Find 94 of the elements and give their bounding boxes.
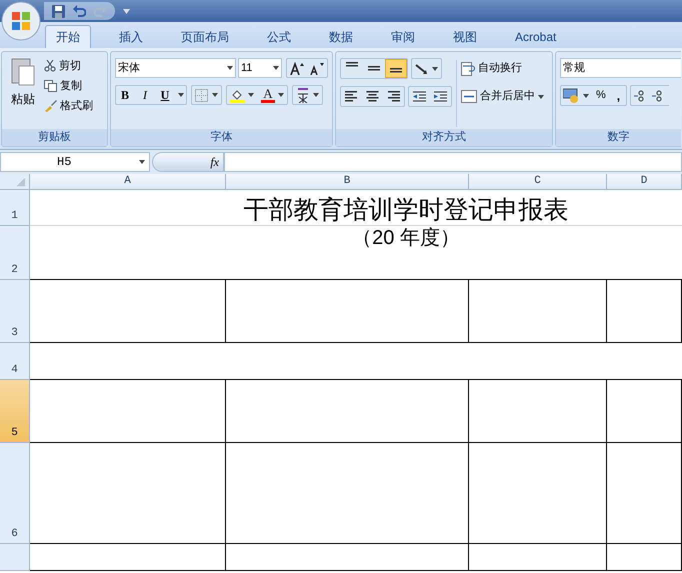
dropdown-caret-icon[interactable] xyxy=(248,93,254,97)
column-header[interactable]: B xyxy=(226,174,469,190)
align-right-icon xyxy=(387,91,400,102)
group-label: 剪贴板 xyxy=(38,130,71,146)
table-cell[interactable] xyxy=(226,380,469,443)
table-cell[interactable] xyxy=(469,280,607,343)
borders-icon[interactable] xyxy=(195,88,208,102)
formula-field[interactable] xyxy=(224,152,682,172)
insert-function-button[interactable]: fx xyxy=(210,153,219,171)
ribbon-tab[interactable]: 开始 xyxy=(45,25,91,48)
table-cell[interactable] xyxy=(30,280,226,343)
ribbon-tab[interactable]: 数据 xyxy=(319,25,363,48)
align-lines-icon xyxy=(390,68,402,74)
table-cell[interactable] xyxy=(226,544,469,571)
dropdown-caret-icon[interactable] xyxy=(432,66,438,70)
dropdown-caret-icon[interactable] xyxy=(583,94,589,98)
merge-center-button[interactable]: 合并后居中 xyxy=(461,86,544,107)
table-cell[interactable] xyxy=(226,280,469,343)
table-cell[interactable] xyxy=(607,544,682,571)
row-header[interactable]: 3 xyxy=(0,280,30,343)
table-cell[interactable] xyxy=(469,544,607,571)
dropdown-caret-icon[interactable] xyxy=(313,93,319,97)
dropdown-caret-icon[interactable] xyxy=(227,66,233,70)
dropdown-caret-icon[interactable] xyxy=(139,160,145,164)
bold-button[interactable]: B xyxy=(118,86,132,104)
font-size-field[interactable]: 11 xyxy=(238,58,282,78)
table-cell[interactable] xyxy=(226,443,469,544)
row-header[interactable]: 1 xyxy=(0,190,30,226)
column-header[interactable]: A xyxy=(30,174,226,190)
percent-button[interactable]: % xyxy=(593,87,609,104)
dropdown-caret-icon[interactable] xyxy=(273,66,279,70)
paste-button[interactable]: 粘贴 xyxy=(2,52,44,129)
dropdown-caret-icon[interactable] xyxy=(278,93,284,97)
align-left-icon xyxy=(345,91,358,102)
table-cell[interactable] xyxy=(607,280,682,343)
group-label: 数字 xyxy=(608,130,630,146)
grow-font-icon[interactable] xyxy=(290,62,304,75)
dropdown-caret-icon[interactable] xyxy=(538,94,544,98)
name-box[interactable]: H5 xyxy=(0,152,150,172)
column-header[interactable]: D xyxy=(607,174,682,190)
currency-icon[interactable] xyxy=(563,88,579,103)
decrease-indent-icon[interactable] xyxy=(413,90,426,102)
scissors-icon xyxy=(44,60,56,72)
shrink-font-icon[interactable] xyxy=(310,62,324,75)
ribbon-tab[interactable]: 插入 xyxy=(109,25,153,48)
table-cell[interactable] xyxy=(30,443,226,544)
row-header[interactable]: 5 xyxy=(0,380,30,443)
sheet-subtitle: （20 年度） xyxy=(352,226,460,250)
align-center-icon xyxy=(366,91,379,102)
ribbon-tab[interactable]: 视图 xyxy=(443,25,487,48)
align-lines-icon xyxy=(368,66,380,72)
column-header[interactable]: C xyxy=(469,174,607,190)
phonetic-icon[interactable] xyxy=(296,88,310,102)
row-header[interactable]: 6 xyxy=(0,443,30,544)
table-cell[interactable] xyxy=(30,380,226,443)
increase-indent-icon[interactable] xyxy=(434,90,447,102)
ribbon-tab[interactable]: 审阅 xyxy=(381,25,425,48)
ribbon-tab[interactable]: Acrobat xyxy=(505,25,566,48)
copy-button[interactable]: 复制 xyxy=(44,77,93,95)
ribbon-tab[interactable]: 页面布局 xyxy=(171,25,239,48)
fill-color-icon[interactable] xyxy=(230,88,245,102)
dropdown-caret-icon[interactable] xyxy=(178,93,184,97)
brush-icon xyxy=(44,100,57,112)
merge-cells-icon xyxy=(461,90,477,103)
table-cell[interactable] xyxy=(607,443,682,544)
copy-icon xyxy=(44,80,57,92)
wrap-text-button[interactable]: 自动换行 xyxy=(461,58,544,79)
group-label: 对齐方式 xyxy=(422,130,466,146)
format-painter-button[interactable]: 格式刷 xyxy=(44,97,93,115)
clipboard-icon xyxy=(10,56,36,86)
sheet-title: 干部教育培训学时登记申报表 xyxy=(244,195,568,225)
save-icon[interactable] xyxy=(52,4,65,18)
cut-button[interactable]: 剪切 xyxy=(44,57,93,75)
font-name-field[interactable]: 宋体 xyxy=(115,58,236,78)
align-lines-icon xyxy=(346,62,358,68)
customize-caret-icon[interactable] xyxy=(123,8,130,14)
table-cell[interactable] xyxy=(469,380,607,443)
underline-button[interactable]: U xyxy=(158,86,172,104)
orientation-icon[interactable] xyxy=(415,62,430,74)
italic-button[interactable]: I xyxy=(138,86,152,104)
table-cell[interactable] xyxy=(30,544,226,571)
number-format-field[interactable]: 常规 xyxy=(560,58,681,78)
ribbon-tab[interactable]: 公式 xyxy=(257,25,301,48)
vertical-align-button[interactable] xyxy=(385,59,407,78)
undo-icon[interactable] xyxy=(73,5,86,17)
group-label: 字体 xyxy=(210,130,232,146)
row-header[interactable]: 2 xyxy=(0,226,30,280)
row-header[interactable]: 4 xyxy=(0,343,30,380)
font-color-button[interactable]: A xyxy=(261,87,275,103)
dropdown-caret-icon[interactable] xyxy=(212,93,218,97)
comma-button[interactable]: , xyxy=(612,86,624,104)
table-cell[interactable] xyxy=(469,443,607,544)
table-cell[interactable] xyxy=(607,380,682,443)
wrap-text-icon xyxy=(461,62,475,76)
